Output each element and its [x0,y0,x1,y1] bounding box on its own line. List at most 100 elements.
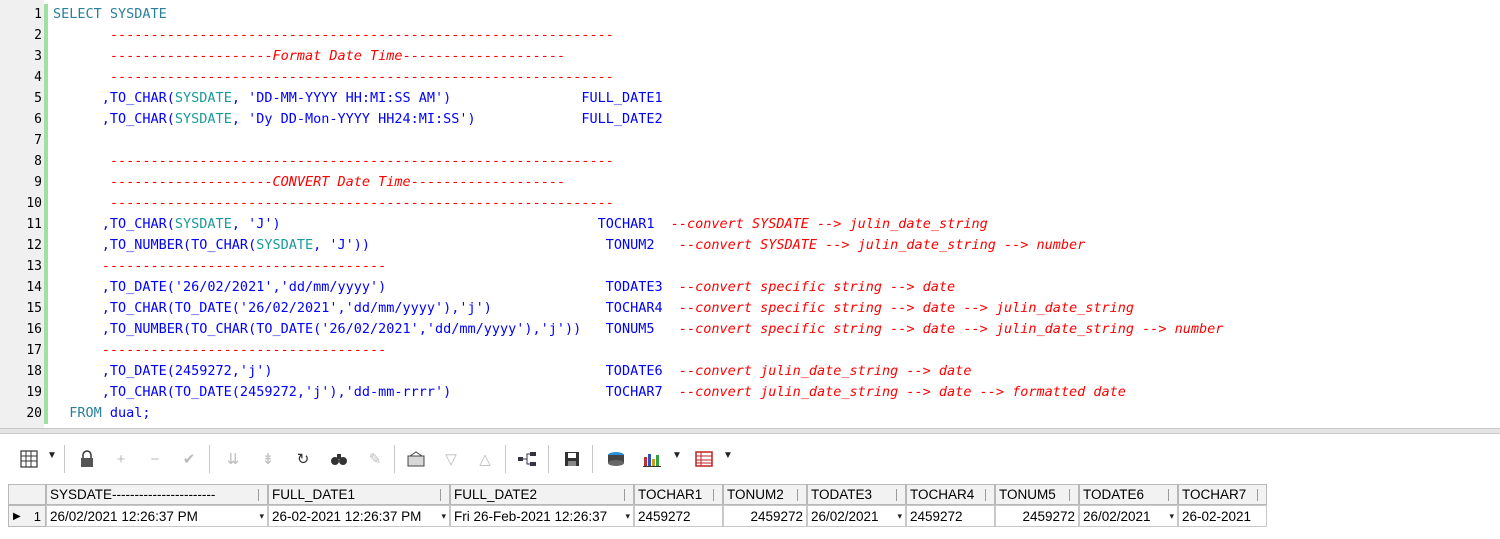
code-line[interactable]: ,TO_NUMBER(TO_CHAR(TO_DATE('26/02/2021',… [53,319,1224,340]
toolbar-divider [592,445,593,473]
line-number: 2 [34,28,42,43]
add-icon[interactable]: + [110,448,132,470]
sql-editor[interactable]: 1 2 3 4 5 6 7 8 9 10 11 12 13 14 15 16 17 18 19 20 SELECT S… [0,0,1500,428]
column-resize-handle[interactable] [1168,489,1177,501]
column-header[interactable]: TOCHAR7 [1178,484,1267,505]
column-resize-handle[interactable] [258,489,267,501]
code-line[interactable]: ,TO_CHAR(TO_DATE('26/02/2021','dd/mm/yyy… [53,298,1134,319]
column-resize-handle[interactable] [985,489,994,501]
chart-icon[interactable] [641,448,663,470]
code-line[interactable]: ----------------------------------- [53,256,386,277]
refresh-icon[interactable]: ↻ [292,448,314,470]
grid-cell[interactable]: 26/02/2021 12:26:37 PM ▾ [46,505,268,527]
column-resize-handle[interactable] [713,489,722,501]
code-line[interactable]: ,TO_CHAR(SYSDATE, 'Dy DD-Mon-YYYY HH24:M… [53,109,663,130]
export-icon[interactable] [405,448,427,470]
code-line[interactable]: SELECT SYSDATE [53,4,167,25]
code-line[interactable]: ----------------------------------------… [53,151,614,172]
cell-dropdown-icon[interactable]: ▾ [1169,506,1174,526]
code-line[interactable]: ----------------------------------------… [53,67,614,88]
table-icon[interactable] [693,448,715,470]
cell-dropdown-icon[interactable]: ▾ [625,506,630,526]
grid-cell[interactable]: 2459272 [723,505,807,527]
grid-cell[interactable]: 2459272 [906,505,995,527]
code-token: dual; [101,405,151,421]
code-token: ,TO_CHAR( [53,90,175,106]
column-header[interactable]: FULL_DATE2 [450,484,634,505]
grid-cell[interactable]: 26/02/2021 ▾ [1079,505,1178,527]
cell-dropdown-icon[interactable]: ▾ [441,506,446,526]
line-number: 15 [26,301,42,316]
column-header[interactable]: SYSDATE----------------------- [46,484,268,505]
cell-dropdown-icon[interactable]: ▾ [897,506,902,526]
fetch-all-icon[interactable]: ⇟ [257,448,279,470]
cell-value: 26/02/2021 [1083,509,1151,524]
row-selector[interactable]: ▶ 1 [8,505,46,527]
toolbar-divider [394,445,395,473]
code-line[interactable]: ----------------------------------- [53,340,386,361]
column-resize-handle[interactable] [1257,489,1266,501]
lock-icon[interactable] [76,448,98,470]
line-number-gutter: 1 2 3 4 5 6 7 8 9 10 11 12 13 14 15 16 17 18 19 20 [0,0,44,428]
code-line[interactable]: --------------------Format Date Time----… [53,46,565,67]
code-line[interactable]: ----------------------------------------… [53,193,614,214]
column-header[interactable]: TONUM2 [723,484,807,505]
column-resize-handle[interactable] [1069,489,1078,501]
line-number: 14 [26,280,42,295]
code-line[interactable]: ,TO_CHAR(SYSDATE, 'J') TOCHAR1 --convert… [53,214,988,235]
cell-dropdown-icon[interactable]: ▾ [259,506,264,526]
column-header[interactable]: TOCHAR1 [634,484,723,505]
column-resize-handle[interactable] [896,489,905,501]
clear-icon[interactable]: ✎ [364,448,386,470]
code-token: -------------------- [53,174,273,190]
code-line[interactable]: --------------------CONVERT Date Time---… [53,172,565,193]
code-token: ----------------------------------- [53,258,387,274]
filter-up-icon[interactable]: △ [474,448,496,470]
cell-value: 2459272 [1022,509,1075,524]
code-token: ----------------------------------- [53,342,387,358]
code-line[interactable]: ----------------------------------------… [53,25,614,46]
grid-cell[interactable]: 26/02/2021 ▾ [807,505,906,527]
column-header[interactable]: TODATE3 [807,484,906,505]
grid-corner[interactable] [8,484,46,505]
column-header-label: SYSDATE----------------------- [50,487,216,502]
code-token: ,TO_NUMBER(TO_CHAR( [53,237,257,253]
code-comment: --convert SYSDATE --> julin_date_string [670,216,988,232]
code-line[interactable]: ,TO_DATE(2459272,'j') TODATE6 --convert … [53,361,972,382]
remove-icon[interactable]: − [144,448,166,470]
chevron-down-icon[interactable]: ▼ [723,450,733,461]
column-resize-handle[interactable] [624,489,633,501]
grid-cell[interactable]: 26-02-2021 [1178,505,1267,527]
grid-cell[interactable]: 2459272 [634,505,723,527]
column-header[interactable]: TOCHAR4 [906,484,995,505]
save-icon[interactable] [561,448,583,470]
cell-value: Fri 26-Feb-2021 12:26:37 [454,509,608,524]
grid-cell[interactable]: 2459272 [995,505,1079,527]
find-icon[interactable] [328,448,350,470]
grid-view-icon[interactable] [18,448,40,470]
splitter[interactable] [0,428,1500,434]
code-line[interactable]: ,TO_NUMBER(TO_CHAR(SYSDATE, 'J')) TONUM2… [53,235,1085,256]
fetch-next-icon[interactable]: ⇊ [222,448,244,470]
grid-cell[interactable]: 26-02-2021 12:26:37 PM ▾ [268,505,450,527]
print-icon[interactable] [605,448,627,470]
link-icon[interactable] [516,448,538,470]
column-header[interactable]: TONUM5 [995,484,1079,505]
filter-down-icon[interactable]: ▽ [440,448,462,470]
column-resize-handle[interactable] [440,489,449,501]
chevron-down-icon[interactable]: ▼ [47,450,57,461]
code-token: ,TO_CHAR( [53,111,175,127]
grid-cell[interactable]: Fri 26-Feb-2021 12:26:37 ▾ [450,505,634,527]
chevron-down-icon[interactable]: ▼ [672,450,682,461]
code-token: ,TO_DATE(2459272,'j') TODATE6 [53,363,679,379]
column-resize-handle[interactable] [797,489,806,501]
column-header-label: TONUM5 [999,487,1056,502]
code-line[interactable]: ,TO_CHAR(TO_DATE(2459272,'j'),'dd-mm-rrr… [53,382,1126,403]
code-line[interactable]: ,TO_CHAR(SYSDATE, 'DD-MM-YYYY HH:MI:SS A… [53,88,663,109]
check-icon[interactable]: ✔ [178,448,200,470]
column-header[interactable]: TODATE6 [1079,484,1178,505]
code-line[interactable]: FROM dual; [53,403,151,424]
line-number: 4 [34,70,42,85]
code-line[interactable]: ,TO_DATE('26/02/2021','dd/mm/yyyy') TODA… [53,277,955,298]
column-header[interactable]: FULL_DATE1 [268,484,450,505]
